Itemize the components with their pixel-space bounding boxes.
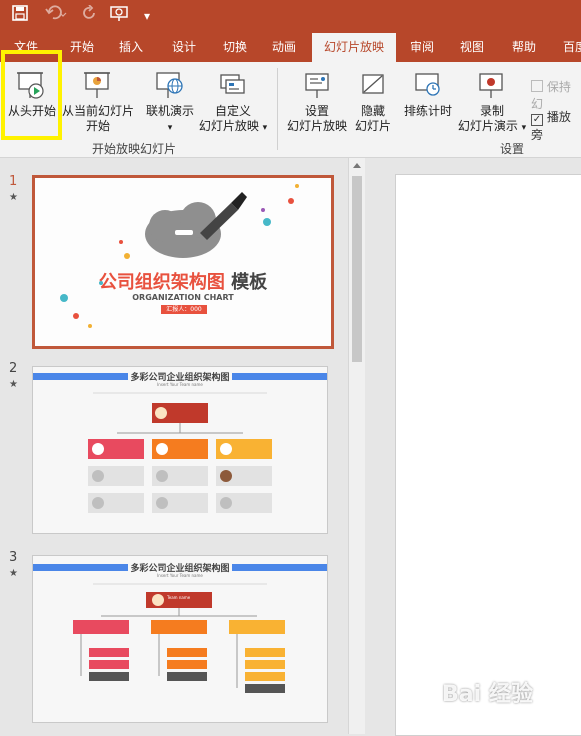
scroll-up-icon[interactable] (353, 163, 361, 168)
slide-1-title-b: 模板 (231, 272, 268, 293)
ribbon-tabs: 文件 开始 插入 设计 切换 动画 幻灯片放映 审阅 视图 帮助 百度 (0, 33, 581, 62)
keep-slides-updated-checkbox[interactable]: 保持幻 (531, 78, 581, 112)
tab-design[interactable]: 设计 (167, 33, 201, 62)
check-icon: ✓ (531, 114, 543, 126)
slide-2-artwork (33, 367, 327, 533)
tab-insert[interactable]: 插入 (114, 33, 148, 62)
scrollbar-thumb[interactable] (352, 176, 362, 362)
tab-slideshow[interactable]: 幻灯片放映 (312, 33, 396, 62)
setup-show-icon (305, 73, 329, 98)
record-slideshow-button[interactable]: 录制 幻灯片演示 ▾ (456, 70, 528, 136)
record-icon (479, 73, 503, 98)
rehearse-timer-icon (415, 73, 440, 96)
slide-editor-area[interactable] (365, 158, 581, 736)
slide-3-team-name: Team name (167, 595, 191, 600)
group-label-start-slideshow: 开始放映幻灯片 (92, 142, 177, 156)
slide-1-subtitle: ORGANIZATION CHART (132, 293, 234, 302)
projector-current-icon (84, 72, 110, 98)
hide-slide-button[interactable]: 隐藏 幻灯片 (350, 70, 396, 134)
customize-qat-icon[interactable]: ▾ (144, 5, 150, 27)
custom-slideshow-button[interactable]: 自定义 幻灯片放映 ▾ (196, 70, 270, 136)
tab-transitions[interactable]: 切换 (218, 33, 252, 62)
animation-star-icon: ★ (9, 568, 18, 579)
hide-slide-label-2: 幻灯片 (354, 119, 391, 133)
custom-show-icon (220, 74, 245, 94)
checkbox-box (531, 80, 543, 92)
tab-review[interactable]: 审阅 (405, 33, 439, 62)
rehearse-timings-button[interactable]: 排练计时 (400, 70, 456, 119)
quick-access-toolbar: ▾ (0, 0, 581, 33)
animation-star-icon: ★ (9, 192, 18, 203)
group-divider (277, 68, 278, 150)
record-label-2: 幻灯片演示 (457, 119, 518, 133)
slide-number: 3 (9, 550, 18, 565)
highlight-box (1, 50, 62, 140)
slide-thumbnail-1[interactable]: 公司组织架构图 模板 ORGANIZATION CHART 汇报人：000 (32, 175, 334, 349)
tab-animations[interactable]: 动画 (267, 33, 301, 62)
slideshow-from-start-qat-icon[interactable] (110, 5, 128, 29)
custom-show-label-2: 幻灯片放映 (198, 119, 259, 133)
from-current-slide-button[interactable]: 从当前幻灯片 开始 (62, 70, 134, 134)
hide-slide-label-1: 隐藏 (360, 104, 385, 118)
play-narrations-checkbox[interactable]: ✓ 播放旁 (531, 108, 581, 143)
tab-home[interactable]: 开始 (65, 33, 99, 62)
slide-1-title: 公司组织架构图 模板 (35, 268, 331, 294)
present-online-label: 联机演示 (145, 104, 194, 118)
tab-view[interactable]: 视图 (455, 33, 489, 62)
slide-1-artwork (35, 178, 331, 346)
present-online-button[interactable]: 联机演示 ▾ (140, 70, 200, 136)
thumbnail-scrollbar[interactable] (348, 158, 365, 734)
tab-baidu[interactable]: 百度 (558, 33, 581, 62)
from-current-label-1: 从当前幻灯片 (62, 104, 135, 118)
slide-3-artwork (33, 556, 327, 722)
globe-screen-icon (156, 72, 183, 98)
redo-icon[interactable] (82, 4, 98, 27)
current-slide-canvas[interactable] (395, 174, 581, 736)
from-current-label-2: 开始 (85, 119, 110, 133)
ribbon-panel: 从头开始 从当前幻灯片 开始 联机演示 ▾ 自定义 幻灯片放映 ▾ 开始放映幻灯… (0, 62, 581, 158)
chevron-down-icon: ▾ (167, 123, 173, 133)
setup-label-2: 幻灯片放映 (286, 119, 347, 133)
chevron-down-icon: ▾ (521, 123, 527, 133)
save-icon[interactable] (12, 5, 28, 27)
group-label-setup: 设置 (500, 142, 525, 156)
slide-thumbnail-3[interactable]: 多彩公司企业组织架构图 Insert Your Team name Team n… (32, 555, 328, 723)
slide-thumbnail-2[interactable]: 多彩公司企业组织架构图 Insert Your Team name (32, 366, 328, 534)
chevron-down-icon: ▾ (262, 123, 268, 133)
slide-thumbnail-pane[interactable]: 1 ★ 公司组织架构图 模板 ORGANIZATION CHART 汇报人：00… (0, 158, 348, 734)
hide-slide-icon (362, 74, 384, 94)
setup-slideshow-button[interactable]: 设置 幻灯片放映 (284, 70, 350, 134)
undo-icon[interactable] (45, 5, 67, 27)
watermark: Bai 经验 (442, 682, 533, 707)
record-label-1: 录制 (479, 104, 504, 118)
setup-label-1: 设置 (304, 104, 329, 118)
tab-help[interactable]: 帮助 (507, 33, 541, 62)
rehearse-label: 排练计时 (403, 104, 452, 118)
slide-2-subtitle: Insert Your Team name (157, 382, 203, 387)
slide-1-reporter: 汇报人：000 (161, 305, 207, 314)
animation-star-icon: ★ (9, 379, 18, 390)
slide-number: 2 (9, 361, 18, 376)
slide-number: 1 (9, 174, 18, 189)
slide-1-title-a: 公司组织架构图 (98, 272, 225, 293)
custom-show-label-1: 自定义 (214, 104, 251, 118)
slide-3-subtitle: Insert Your Team name (157, 573, 203, 578)
